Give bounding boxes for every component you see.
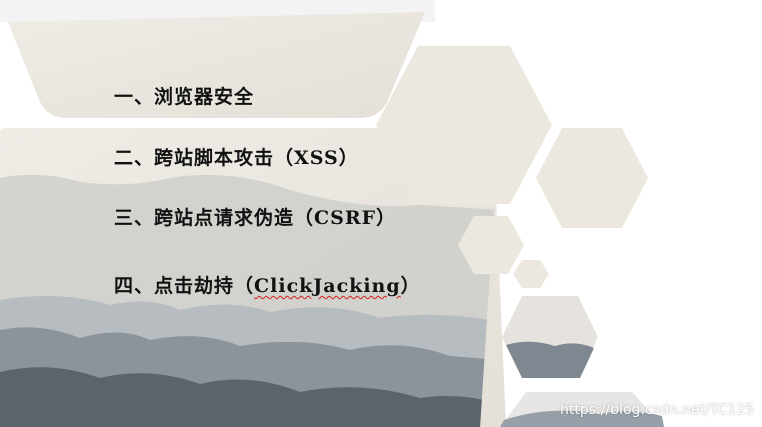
agenda-item-1: 一、浏览器安全 (114, 82, 254, 109)
agenda-item-2: 二、跨站脚本攻击（XSS） (114, 143, 359, 170)
agenda-item-1-label: 一、浏览器安全 (114, 86, 255, 108)
agenda-item-3: 三、跨站点请求伪造（CSRF） (114, 203, 396, 230)
agenda-item-4-suffix: ） (400, 275, 421, 297)
agenda-item-4-prefix: 四、点击劫持（ (114, 275, 255, 297)
watermark-url: https://blog.csdn.net/TC125 (560, 402, 754, 418)
slide-canvas: 一、浏览器安全 二、跨站脚本攻击（XSS） 三、跨站点请求伪造（CSRF） 四、… (0, 0, 762, 427)
agenda-item-2-label: 二、跨站脚本攻击（XSS） (114, 147, 359, 169)
agenda-item-4: 四、点击劫持（ClickJacking） (114, 271, 421, 298)
hexagon-medium (536, 128, 648, 228)
hexagon-mountain (502, 296, 598, 378)
spellcheck-flagged-term[interactable]: ClickJacking (254, 275, 401, 297)
agenda-item-3-label: 三、跨站点请求伪造（CSRF） (114, 207, 397, 229)
hexagon-tiny (513, 260, 549, 288)
